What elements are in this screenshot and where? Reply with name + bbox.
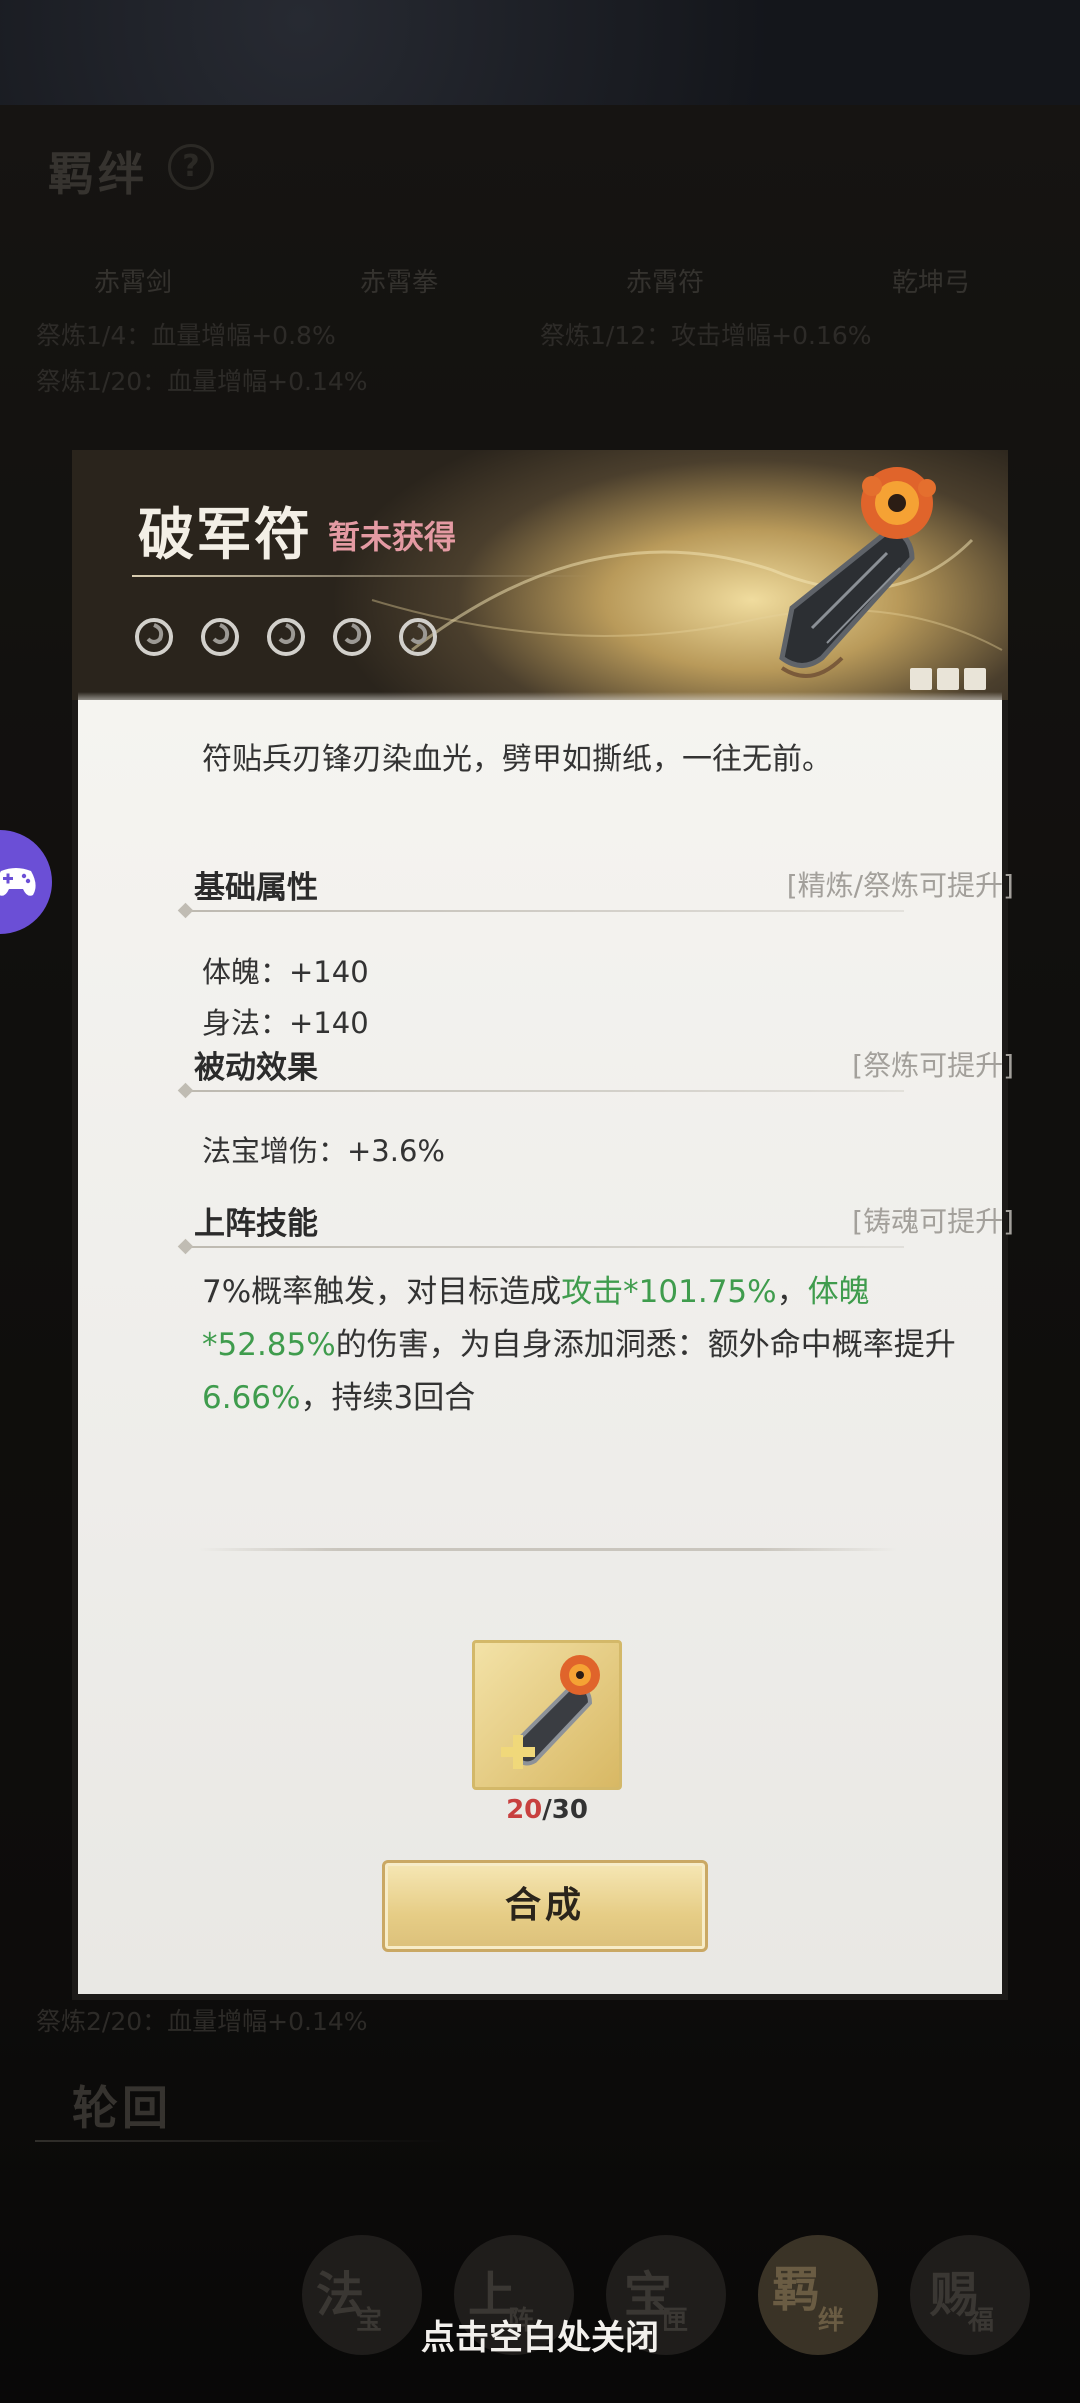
cloud-star-icon (267, 618, 305, 656)
close-hint: 点击空白处关闭 (421, 2318, 659, 2358)
top-banner (0, 0, 1080, 105)
cloud-star-icon (201, 618, 239, 656)
diamond-icon (177, 1238, 194, 1255)
skill-title: 上阵技能 (194, 1206, 318, 1242)
stat-physique: 体魄：+140 (202, 955, 369, 989)
skill-text: ， (776, 1274, 808, 1310)
title-underline (132, 575, 592, 577)
modal-header: 破军符 暂未获得 (72, 450, 1008, 710)
page-indicator (910, 668, 986, 690)
indicator-dot (964, 668, 986, 690)
fragment-item-slot[interactable] (472, 1640, 622, 1790)
fragment-count: 20/30 (472, 1795, 622, 1825)
skill-highlight: 攻击*101.75% (561, 1274, 777, 1310)
passive-section: 被动效果 [祭炼可提升] (177, 1042, 1014, 1099)
cloud-star-icon (135, 618, 173, 656)
skill-text: ，持续3回合 (300, 1380, 476, 1416)
talisman-illustration (779, 467, 936, 678)
skill-highlight: 6.66% (202, 1380, 301, 1416)
fragment-current: 20 (506, 1795, 543, 1825)
diamond-icon (177, 902, 194, 919)
indicator-dot (937, 668, 959, 690)
skill-text: 7%概率触发，对目标造成 (202, 1274, 562, 1310)
passive-hint: [祭炼可提升] (852, 1049, 1014, 1082)
base-attr-section: 基础属性 [精炼/祭炼可提升] (177, 862, 1014, 919)
base-attr-hint: [精炼/祭炼可提升] (786, 869, 1014, 902)
section-rule (184, 910, 904, 912)
stat-agility: 身法：+140 (202, 1006, 369, 1040)
status-badge: 暂未获得 (328, 518, 457, 556)
craft-button[interactable]: 合成 (382, 1860, 708, 1952)
cloud-star-icon (333, 618, 371, 656)
skill-section: 上阵技能 [铸魂可提升] (177, 1198, 1014, 1255)
section-rule (184, 1246, 904, 1248)
skill-text: 的伤害，为自身添加洞悉：额外命中概率提升 (335, 1327, 956, 1363)
skill-hint: [铸魂可提升] (852, 1205, 1014, 1238)
item-title: 破军符 (138, 502, 312, 568)
talisman-fragment-icon (501, 1655, 600, 1769)
stat-treasure-damage: 法宝增伤：+3.6% (202, 1134, 445, 1168)
gamepad-icon (0, 868, 36, 896)
modal-body: 符贴兵刃锋刃染血光，劈甲如撕纸，一往无前。 基础属性 [精炼/祭炼可提升] 体魄… (72, 692, 1014, 2000)
skill-description: 7%概率触发，对目标造成攻击*101.75%，体魄*52.85%的伤害，为自身添… (202, 1266, 962, 1425)
base-attr-title: 基础属性 (194, 870, 318, 906)
item-description: 符贴兵刃锋刃染血光，劈甲如撕纸，一往无前。 (202, 742, 832, 777)
body-divider (198, 1548, 898, 1551)
indicator-dot (910, 668, 932, 690)
item-detail-modal: 破军符 暂未获得 符贴兵刃锋刃染血光，劈甲如撕纸，一往无前。 基础属性 [精炼/… (72, 450, 1014, 2000)
passive-title: 被动效果 (194, 1050, 318, 1086)
section-rule (184, 1090, 904, 1092)
diamond-icon (177, 1082, 194, 1099)
cloud-star-icon (399, 618, 437, 656)
star-rating (132, 615, 440, 659)
fragment-total: /30 (542, 1795, 588, 1825)
